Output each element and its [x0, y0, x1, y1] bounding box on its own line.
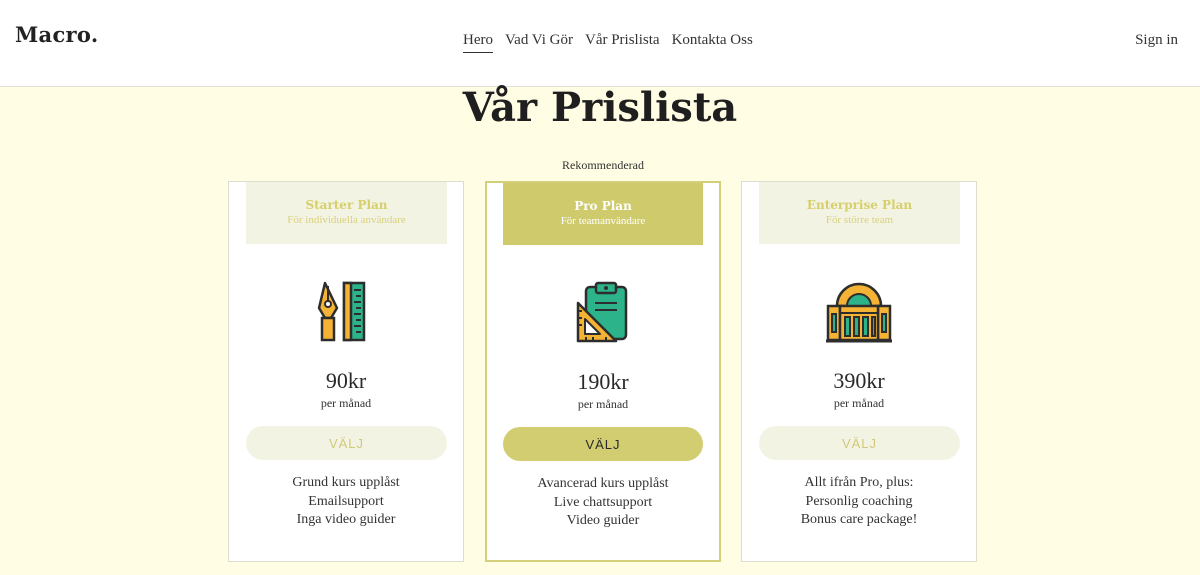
feature-item: Live chattsupport: [553, 494, 653, 510]
feature-list: Grund kurs upplåst Emailsupport Inga vid…: [229, 474, 463, 530]
feature-item: Inga video guider: [296, 512, 396, 527]
feature-item: Grund kurs upplåst: [292, 475, 400, 490]
site-header: Macro. Hero Vad Vi Gör Vår Prislista Kon…: [0, 0, 1200, 87]
feature-item: Personlig coaching: [805, 493, 913, 509]
clipboard-set-square-icon: [487, 281, 719, 347]
choose-starter-button[interactable]: VÄLJ: [246, 426, 447, 460]
nav-item-kontakta-oss[interactable]: Kontakta Oss: [672, 32, 753, 53]
logo[interactable]: Macro.: [15, 22, 98, 47]
feature-list: Avancerad kurs upplåst Live chattsupport…: [487, 475, 719, 531]
plan-subtitle: För teamanvändare: [560, 215, 646, 227]
nav-item-vad-vi-gor[interactable]: Vad Vi Gör: [505, 32, 573, 53]
plan-period: per månad: [833, 396, 885, 410]
feature-item: Video guider: [566, 513, 640, 528]
plan-name: Enterprise Plan: [806, 198, 913, 212]
feature-item: Bonus care package!: [800, 512, 918, 527]
plan-name: Pro Plan: [574, 199, 632, 213]
pricing-card-starter: Starter Plan För individuella användare: [228, 181, 464, 562]
plan-price: 190kr: [577, 369, 629, 394]
plan-price: 390kr: [833, 368, 885, 393]
choose-enterprise-button[interactable]: VÄLJ: [759, 426, 960, 460]
plan-subtitle: För individuella användare: [287, 214, 406, 226]
feature-item: Emailsupport: [308, 493, 384, 509]
plan-subtitle: För större team: [825, 214, 894, 226]
nav-item-hero[interactable]: Hero: [463, 32, 493, 53]
recommended-label: Rekommenderad: [562, 158, 644, 172]
choose-pro-button[interactable]: VÄLJ: [503, 427, 703, 461]
card-header: Starter Plan För individuella användare: [246, 182, 447, 244]
nav-item-var-prislista[interactable]: Vår Prislista: [585, 32, 660, 53]
main-nav: Hero Vad Vi Gör Vår Prislista Kontakta O…: [463, 32, 753, 53]
plan-name: Starter Plan: [305, 198, 388, 212]
pricing-card-enterprise: Enterprise Plan För större team 390kr pe…: [741, 181, 977, 562]
plan-period: per månad: [577, 397, 629, 411]
card-header: Enterprise Plan För större team: [759, 182, 960, 244]
pen-ruler-icon: [229, 280, 463, 346]
feature-item: Avancerad kurs upplåst: [537, 476, 669, 491]
feature-list: Allt ifrån Pro, plus: Personlig coaching…: [742, 474, 976, 530]
card-header: Pro Plan För teamanvändare: [503, 183, 703, 245]
plan-period: per månad: [320, 396, 372, 410]
pricing-title: Vår Prislista: [462, 84, 738, 131]
pricing-card-pro: Pro Plan För teamanvändare 190kr per mån…: [485, 181, 721, 562]
sign-in-link[interactable]: Sign in: [1135, 32, 1178, 49]
plan-price: 90kr: [325, 368, 367, 393]
building-icon: [742, 280, 976, 346]
feature-item: Allt ifrån Pro, plus:: [804, 475, 914, 490]
